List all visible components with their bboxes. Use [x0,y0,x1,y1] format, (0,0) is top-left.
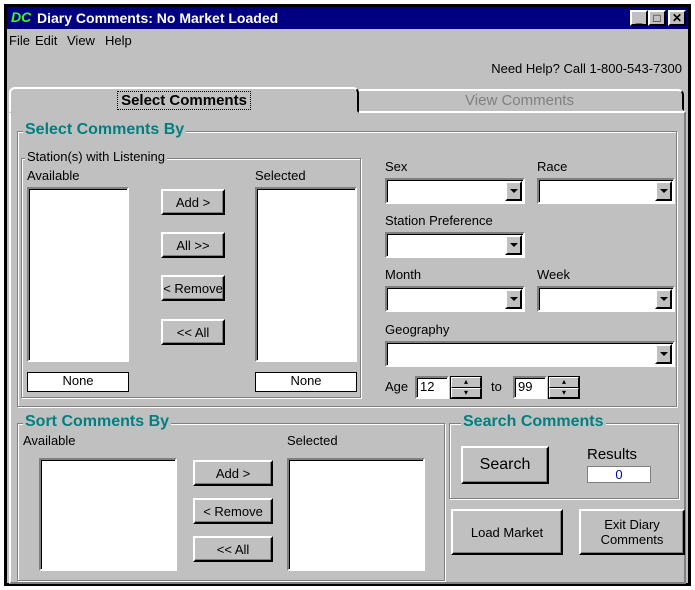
chevron-down-icon [655,181,672,201]
tab-select-comments-label: Select Comments [117,91,251,110]
stations-selected-list[interactable] [255,187,357,362]
app-window: DC Diary Comments: No Market Loaded _ □ … [4,4,691,586]
menu-bar: File Edit View Help [7,31,688,53]
sort-selected-label: Selected [287,433,338,448]
age-from-input[interactable]: 12 [415,376,449,399]
search-comments-title: Search Comments [461,413,606,431]
minimize-button[interactable]: _ [630,10,648,26]
close-button[interactable]: ✕ [668,10,686,26]
results-label: Results [587,446,638,463]
menu-file[interactable]: File [9,33,30,48]
sort-remove-button[interactable]: < Remove [193,498,273,524]
help-phone-text: Need Help? Call 1-800-543-7300 [491,61,682,76]
search-button[interactable]: Search [461,446,549,484]
age-to-input[interactable]: 99 [513,376,547,399]
month-select[interactable] [385,286,525,312]
age-to-spinner[interactable]: ▴ ▾ [548,376,580,399]
stations-add-all-button[interactable]: All >> [161,232,225,258]
age-label: Age [385,379,409,394]
chevron-down-icon [655,289,672,309]
race-select[interactable] [537,178,675,204]
geography-select[interactable] [385,341,675,367]
sort-available-list[interactable] [39,458,177,571]
window-title: Diary Comments: No Market Loaded [37,10,279,26]
menu-edit[interactable]: Edit [35,33,57,48]
chevron-down-icon [505,289,522,309]
chevron-down-icon [505,235,522,255]
app-logo-icon: DC [11,9,32,25]
stations-selected-label: Selected [255,168,306,183]
tab-select-comments[interactable]: Select Comments [9,87,359,113]
stations-selected-count: None [255,372,357,392]
sort-add-button[interactable]: Add > [193,460,273,486]
stations-remove-button[interactable]: < Remove [161,275,225,301]
week-select[interactable] [537,286,675,312]
stations-add-button[interactable]: Add > [161,189,225,215]
sort-remove-all-button[interactable]: << All [193,536,273,562]
menu-view[interactable]: View [67,33,95,48]
spin-down-icon[interactable]: ▾ [549,387,579,398]
spin-down-icon[interactable]: ▾ [451,387,481,398]
results-count: 0 [587,466,651,483]
chevron-down-icon [655,344,672,364]
sort-comments-title: Sort Comments By [23,413,172,431]
stations-remove-all-button[interactable]: << All [161,319,225,345]
sort-available-label: Available [23,433,76,448]
spin-up-icon[interactable]: ▴ [549,377,579,388]
age-from-spinner[interactable]: ▴ ▾ [450,376,482,399]
chevron-down-icon [505,181,522,201]
exit-diary-comments-button[interactable]: Exit Diary Comments [579,509,685,555]
tab-panel: Select Comments By Station(s) with Liste… [9,111,686,584]
title-bar: DC Diary Comments: No Market Loaded _ □ … [7,7,688,29]
stations-available-list[interactable] [27,187,129,362]
sex-select[interactable] [385,178,525,204]
week-label: Week [537,267,570,282]
sort-selected-list[interactable] [287,458,425,571]
race-label: Race [537,159,568,174]
sex-label: Sex [385,159,408,174]
menu-help[interactable]: Help [105,33,132,48]
station-preference-select[interactable] [385,232,525,258]
spin-up-icon[interactable]: ▴ [451,377,481,388]
maximize-button[interactable]: □ [648,10,666,26]
tab-view-comments[interactable]: View Comments [355,89,684,111]
stations-available-label: Available [27,168,80,183]
load-market-button[interactable]: Load Market [451,509,563,555]
select-comments-title: Select Comments By [23,121,187,139]
station-preference-label: Station Preference [385,213,493,228]
month-label: Month [385,267,422,282]
geography-label: Geography [385,322,450,337]
stations-available-count: None [27,372,129,392]
stations-title: Station(s) with Listening [25,149,168,164]
age-to-label: to [491,379,502,394]
